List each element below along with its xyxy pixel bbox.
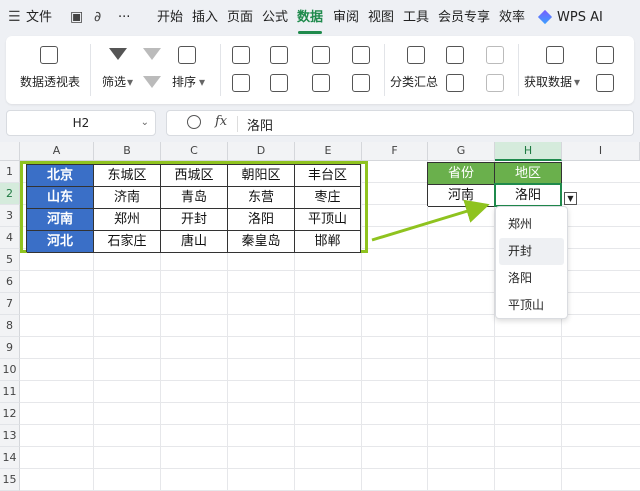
dropdown-list: 郑州 开封 洛阳 平顶山 bbox=[495, 206, 568, 319]
sort-icon[interactable] bbox=[178, 46, 196, 64]
name-box-value: H2 bbox=[72, 116, 90, 130]
tab-formula[interactable]: 公式 bbox=[262, 9, 288, 27]
get-data-chevron-icon[interactable]: ▾ bbox=[574, 74, 580, 90]
compare-icon[interactable] bbox=[232, 74, 250, 92]
save-icon[interactable]: ▣ bbox=[70, 8, 83, 26]
formula-value[interactable]: 洛阳 bbox=[247, 115, 273, 134]
get-data-button[interactable]: 获取数据 bbox=[524, 74, 572, 90]
ribbon-toolbar: 数据透视表 筛选 ▾ 排序 ▾ 分类汇总 获取数据 ▾ bbox=[6, 36, 634, 104]
name-box[interactable]: H2 ⌄ bbox=[6, 110, 156, 136]
ribbon-divider bbox=[90, 44, 91, 96]
subtotal-icon[interactable] bbox=[407, 46, 425, 64]
dropdown-option[interactable]: 开封 bbox=[499, 238, 564, 265]
wps-ai-icon bbox=[537, 9, 553, 25]
connections-icon[interactable] bbox=[596, 74, 614, 92]
pivot-table-icon[interactable] bbox=[40, 46, 58, 64]
filter-icon[interactable] bbox=[109, 48, 127, 60]
hide-detail-icon[interactable] bbox=[486, 74, 504, 92]
spreadsheet-grid[interactable]: ABCDEFGHI 1 2 3 4 5 6 7 8 9 10 11 12 13 14 15 北京 东城区 西城区… bbox=[0, 142, 640, 491]
wps-ai-label: WPS AI bbox=[557, 10, 603, 25]
more-icon[interactable]: ··· bbox=[118, 9, 130, 27]
ribbon-divider bbox=[384, 44, 385, 96]
get-data-icon[interactable] bbox=[546, 46, 564, 64]
dropdown-option[interactable]: 洛阳 bbox=[499, 265, 564, 292]
split-icon[interactable] bbox=[312, 46, 330, 64]
duplicates-icon[interactable] bbox=[232, 46, 250, 64]
formula-bar: H2 ⌄ fx 洛阳 bbox=[6, 110, 634, 136]
chevron-down-icon[interactable]: ⌄ bbox=[141, 111, 149, 135]
ungroup-icon[interactable] bbox=[446, 74, 464, 92]
menu-icon[interactable]: ☰ bbox=[8, 8, 21, 26]
refresh-icon[interactable] bbox=[596, 46, 614, 64]
ribbon-divider bbox=[220, 44, 221, 96]
tab-view[interactable]: 视图 bbox=[368, 9, 394, 27]
tab-page[interactable]: 页面 bbox=[227, 9, 253, 27]
show-detail-icon[interactable] bbox=[486, 46, 504, 64]
filter-button[interactable]: 筛选 bbox=[102, 74, 126, 90]
consolidate-icon[interactable] bbox=[352, 74, 370, 92]
tab-home[interactable]: 开始 bbox=[157, 9, 183, 27]
tab-efficiency[interactable]: 效率 bbox=[499, 9, 525, 27]
sort-chevron-icon[interactable]: ▾ bbox=[199, 74, 205, 90]
menu-file[interactable]: 文件 bbox=[26, 9, 52, 27]
formula-input[interactable]: fx 洛阳 bbox=[166, 110, 634, 136]
zoom-icon[interactable] bbox=[187, 115, 201, 129]
insert-icon[interactable] bbox=[352, 46, 370, 64]
tab-insert[interactable]: 插入 bbox=[192, 9, 218, 27]
tab-data[interactable]: 数据 bbox=[297, 9, 323, 27]
wps-ai-button[interactable]: WPS AI bbox=[537, 9, 603, 27]
tab-review[interactable]: 审阅 bbox=[333, 9, 359, 27]
active-tab-indicator bbox=[298, 31, 322, 34]
fill-icon[interactable] bbox=[270, 46, 288, 64]
filter-clear-icon[interactable] bbox=[143, 76, 161, 88]
dropdown-option[interactable]: 平顶山 bbox=[499, 292, 564, 319]
menu-bar: ☰ 文件 ▣ ∂ ··· 开始 插入 页面 公式 数据 审阅 视图 工具 会员专… bbox=[0, 0, 640, 34]
group-icon[interactable] bbox=[446, 46, 464, 64]
tab-tools[interactable]: 工具 bbox=[403, 9, 429, 27]
sort-button[interactable]: 排序 bbox=[172, 74, 196, 90]
validation-icon[interactable] bbox=[270, 74, 288, 92]
dropdown-option[interactable]: 郑州 bbox=[499, 211, 564, 238]
dropdown-list-icon[interactable] bbox=[312, 74, 330, 92]
tab-member[interactable]: 会员专享 bbox=[438, 9, 490, 27]
filter-advanced-icon[interactable] bbox=[143, 48, 161, 60]
formula-divider bbox=[237, 116, 238, 132]
ribbon-divider bbox=[518, 44, 519, 96]
subtotal-button[interactable]: 分类汇总 bbox=[390, 74, 438, 90]
filter-chevron-icon[interactable]: ▾ bbox=[127, 74, 133, 90]
pivot-table-button[interactable]: 数据透视表 bbox=[20, 74, 80, 90]
link-icon[interactable]: ∂ bbox=[94, 8, 101, 26]
fx-icon[interactable]: fx bbox=[215, 114, 227, 129]
